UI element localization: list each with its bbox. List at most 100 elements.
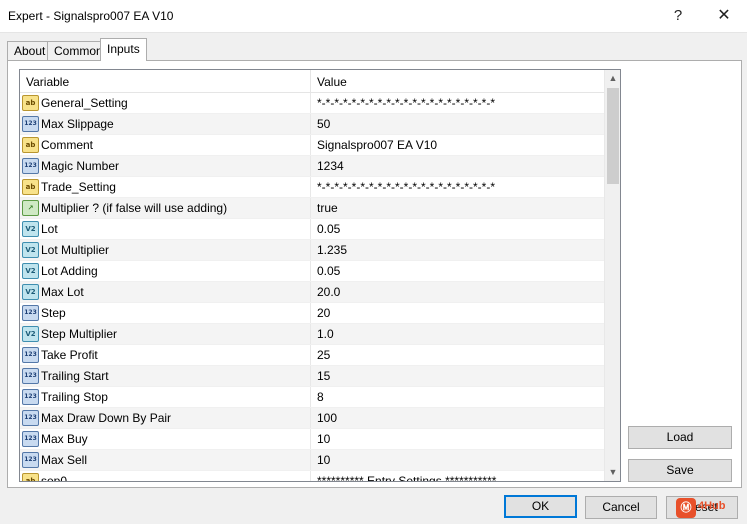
table-row[interactable]: 123 Max Buy 10 <box>20 429 604 450</box>
variable-name: Trailing Stop <box>41 390 108 404</box>
variable-value[interactable]: *-*-*-*-*-*-*-*-*-*-*-*-*-*-*-*-*-*-*-*-… <box>317 180 495 194</box>
integer-type-icon: 123 <box>22 452 39 468</box>
table-row[interactable]: V2 Lot Multiplier 1.235 <box>20 240 604 261</box>
tab-inputs[interactable]: Inputs <box>100 38 147 61</box>
inputs-grid[interactable]: Variable Value ab General_Setting *-*-*-*-… <box>19 69 621 482</box>
variable-value[interactable]: 10 <box>317 453 330 467</box>
table-row[interactable]: 123 Magic Number 1234 <box>20 156 604 177</box>
table-row[interactable]: 123 Take Profit 25 <box>20 345 604 366</box>
variable-value[interactable]: 50 <box>317 117 330 131</box>
close-icon[interactable]: ✕ <box>708 4 740 28</box>
variable-name: Lot Adding <box>41 264 98 278</box>
string-type-icon: ab <box>22 95 39 111</box>
scroll-thumb[interactable] <box>607 88 619 184</box>
double-type-icon: V2 <box>22 221 39 237</box>
variable-value[interactable]: 25 <box>317 348 330 362</box>
variable-name: sep0 <box>41 474 68 482</box>
variable-value[interactable]: 10 <box>317 432 330 446</box>
title-bar: Expert - Signalspro007 EA V10 ? ✕ <box>0 0 747 33</box>
string-type-icon: ab <box>22 137 39 153</box>
variable-value[interactable]: ********** Entry Settings *********** <box>317 474 496 481</box>
variable-value[interactable]: 15 <box>317 369 330 383</box>
save-button[interactable]: Save <box>628 459 732 482</box>
cell-divider <box>310 387 311 407</box>
variable-name: Trade_Setting <box>41 180 116 194</box>
variable-name: Step Multiplier <box>41 327 118 341</box>
cell-divider <box>310 324 311 344</box>
variable-value[interactable]: 1.0 <box>317 327 334 341</box>
table-row[interactable]: V2 Max Lot 20.0 <box>20 282 604 303</box>
double-type-icon: V2 <box>22 263 39 279</box>
variable-name: Take Profit <box>41 348 98 362</box>
variable-value[interactable]: 20 <box>317 306 330 320</box>
table-row[interactable]: 123 Trailing Start 15 <box>20 366 604 387</box>
integer-type-icon: 123 <box>22 158 39 174</box>
variable-value[interactable]: 0.05 <box>317 222 340 236</box>
variable-value[interactable]: 100 <box>317 411 337 425</box>
variable-value[interactable]: *-*-*-*-*-*-*-*-*-*-*-*-*-*-*-*-*-*-*-*-… <box>317 96 495 110</box>
table-row[interactable]: ab Comment Signalspro007 EA V10 <box>20 135 604 156</box>
integer-type-icon: 123 <box>22 368 39 384</box>
table-row[interactable]: ↗ Multiplier ? (if false will use adding)… <box>20 198 604 219</box>
variable-value[interactable]: 1234 <box>317 159 344 173</box>
table-row[interactable]: 123 Max Sell 10 <box>20 450 604 471</box>
tab-about[interactable]: About <box>7 41 53 60</box>
table-row[interactable]: V2 Lot 0.05 <box>20 219 604 240</box>
string-type-icon: ab <box>22 179 39 195</box>
variable-name: Lot <box>41 222 58 236</box>
variable-value[interactable]: Signalspro007 EA V10 <box>317 138 437 152</box>
table-row[interactable]: ab Trade_Setting *-*-*-*-*-*-*-*-*-*-*-*-*… <box>20 177 604 198</box>
variable-name: Max Buy <box>41 432 88 446</box>
table-row[interactable]: 123 Max Slippage 50 <box>20 114 604 135</box>
grid-header: Variable Value <box>20 70 604 93</box>
watermark-text: 4Hub <box>698 500 726 512</box>
table-row[interactable]: 123 Trailing Stop 8 <box>20 387 604 408</box>
column-header-value[interactable]: Value <box>317 75 347 89</box>
cell-divider <box>310 303 311 323</box>
cell-divider <box>310 408 311 428</box>
integer-type-icon: 123 <box>22 410 39 426</box>
vertical-scrollbar[interactable]: ▲ ▼ <box>604 70 620 481</box>
variable-name: Multiplier ? (if false will use adding) <box>41 201 228 215</box>
cell-divider <box>310 429 311 449</box>
double-type-icon: V2 <box>22 242 39 258</box>
variable-value[interactable]: 0.05 <box>317 264 340 278</box>
table-row[interactable]: ab General_Setting *-*-*-*-*-*-*-*-*-*-*-*… <box>20 93 604 114</box>
watermark-badge-icon: Ⓜ <box>676 498 696 518</box>
scroll-up-icon[interactable]: ▲ <box>605 70 620 87</box>
variable-value[interactable]: true <box>317 201 338 215</box>
double-type-icon: V2 <box>22 284 39 300</box>
integer-type-icon: 123 <box>22 389 39 405</box>
cell-divider <box>310 282 311 302</box>
scroll-down-icon[interactable]: ▼ <box>605 464 620 481</box>
cancel-button[interactable]: Cancel <box>585 496 657 519</box>
help-button[interactable]: ? <box>662 4 694 28</box>
ok-button[interactable]: OK <box>504 495 577 518</box>
variable-value[interactable]: 20.0 <box>317 285 340 299</box>
table-row[interactable]: V2 Lot Adding 0.05 <box>20 261 604 282</box>
cell-divider <box>310 471 311 481</box>
table-row[interactable]: V2 Step Multiplier 1.0 <box>20 324 604 345</box>
grid-rows: ab General_Setting *-*-*-*-*-*-*-*-*-*-*-*… <box>20 93 604 482</box>
table-row[interactable]: 123 Step 20 <box>20 303 604 324</box>
string-type-icon: ab <box>22 473 39 481</box>
table-row[interactable]: 123 Max Draw Down By Pair 100 <box>20 408 604 429</box>
cell-divider <box>310 366 311 386</box>
variable-name: Trailing Start <box>41 369 109 383</box>
column-divider[interactable] <box>310 70 311 92</box>
variable-value[interactable]: 1.235 <box>317 243 347 257</box>
window-title: Expert - Signalspro007 EA V10 <box>8 9 174 23</box>
boolean-type-icon: ↗ <box>22 200 39 216</box>
variable-value[interactable]: 8 <box>317 390 324 404</box>
variable-name: Max Sell <box>41 453 88 467</box>
cell-divider <box>310 345 311 365</box>
cell-divider <box>310 198 311 218</box>
integer-type-icon: 123 <box>22 116 39 132</box>
variable-name: Max Draw Down By Pair <box>41 411 172 425</box>
variable-name: Magic Number <box>41 159 120 173</box>
load-button[interactable]: Load <box>628 426 732 449</box>
table-row[interactable]: ab sep0 ********** Entry Settings ********… <box>20 471 604 482</box>
double-type-icon: V2 <box>22 326 39 342</box>
watermark-logo: Ⓜ 4Hub <box>676 497 738 519</box>
column-header-variable[interactable]: Variable <box>26 75 69 89</box>
